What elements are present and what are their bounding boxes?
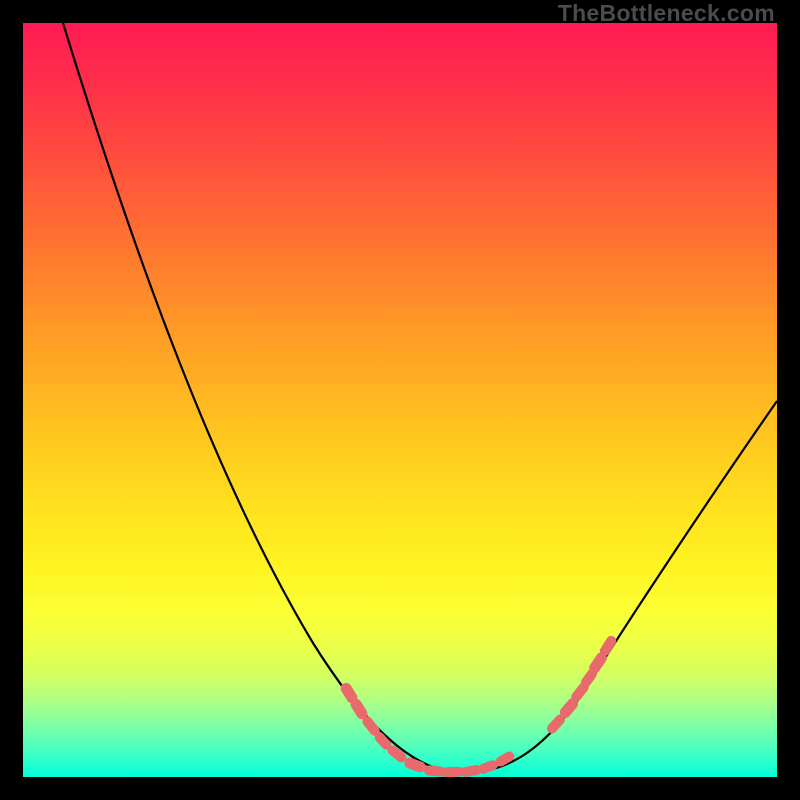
watermark-text: TheBottleneck.com bbox=[558, 0, 775, 27]
highlight-bead bbox=[460, 764, 482, 777]
plot-svg bbox=[23, 23, 777, 777]
bottleneck-curve bbox=[63, 23, 777, 773]
chart-area bbox=[23, 23, 777, 777]
bead-group bbox=[339, 634, 619, 778]
